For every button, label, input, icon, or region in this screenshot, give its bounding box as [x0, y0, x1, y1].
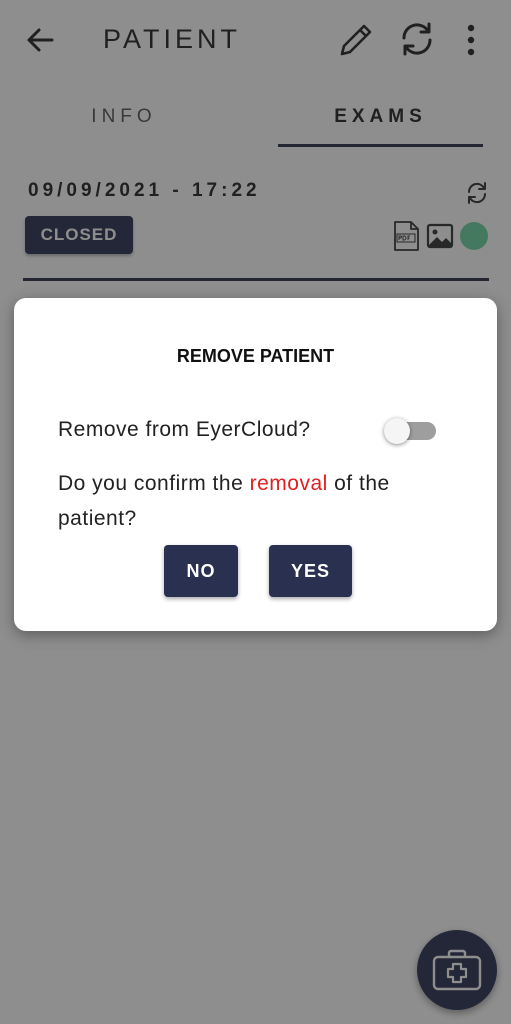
dialog-title: REMOVE PATIENT — [176, 346, 335, 366]
remove-from-cloud-toggle[interactable] — [384, 418, 438, 444]
confirm-message: Do you confirm the removal of the patien… — [58, 466, 468, 536]
toggle-thumb — [384, 418, 410, 444]
remove-from-cloud-label: Remove from EyerCloud? — [58, 418, 311, 441]
remove-patient-dialog: REMOVE PATIENT Remove from EyerCloud? Do… — [14, 298, 497, 631]
yes-button[interactable]: YES — [269, 545, 352, 597]
confirm-prefix: Do you confirm the — [58, 472, 250, 495]
confirm-highlight: removal — [249, 472, 328, 495]
no-button[interactable]: NO — [164, 545, 238, 597]
